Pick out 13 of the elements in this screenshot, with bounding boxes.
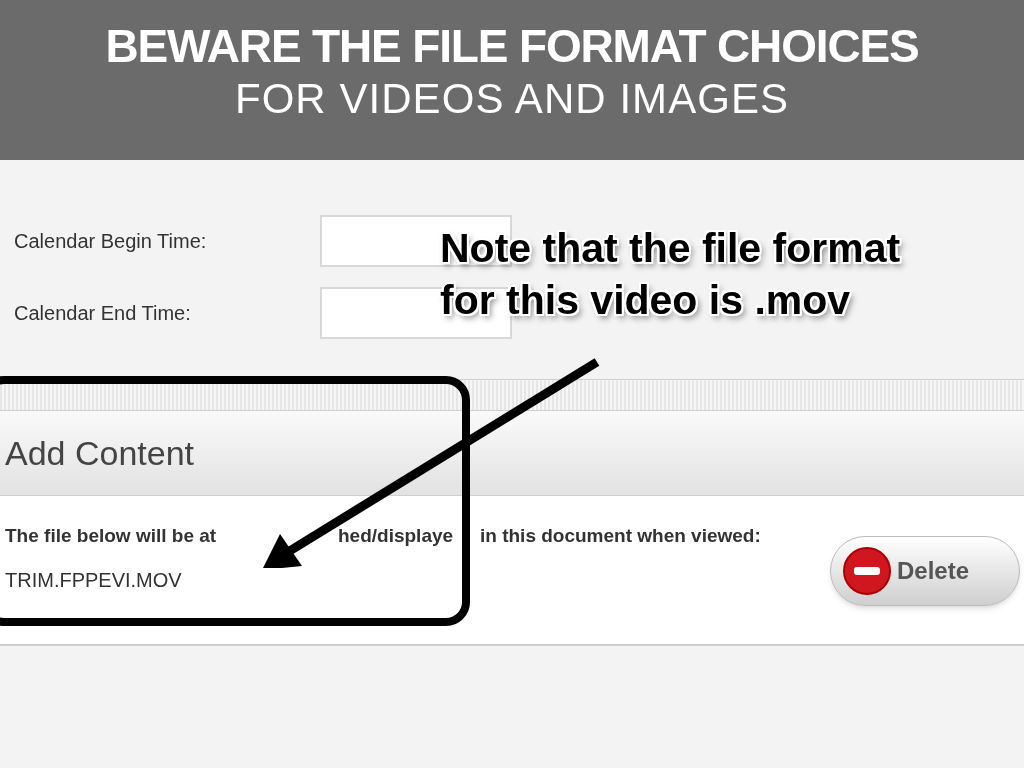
callout-text: for this video is .mov (440, 276, 852, 325)
message-text: The file below will be at (5, 525, 217, 546)
section-heading: Add Content (5, 432, 195, 474)
field-label: Calendar Begin Time: (13, 229, 208, 254)
file-name: TRIM.FPPEVI.MOV (5, 568, 182, 591)
message-text: hed/displaye (338, 525, 454, 546)
delete-button[interactable]: Delete (830, 536, 1020, 606)
slide-subtitle: FOR VIDEOS AND IMAGES (234, 74, 790, 124)
message-text: in this document when viewed: (480, 525, 761, 546)
minus-circle-icon (843, 547, 891, 595)
callout-text: Note that the file format (440, 224, 901, 273)
field-label: Calendar End Time: (13, 301, 192, 326)
slide-title: BEWARE THE FILE FORMAT CHOICES (105, 19, 919, 74)
